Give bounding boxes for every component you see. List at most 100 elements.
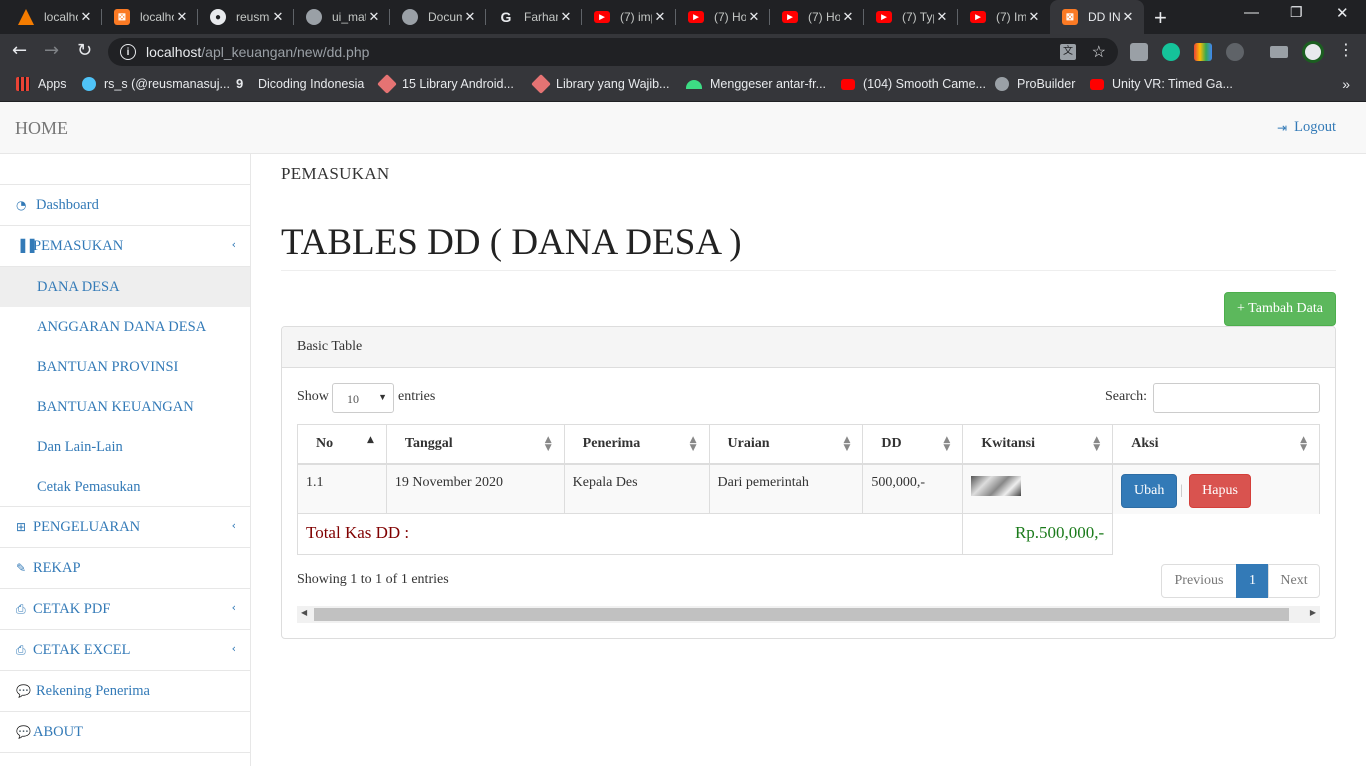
extension-icon[interactable] (1130, 43, 1148, 61)
scrollbar-thumb[interactable] (314, 608, 1289, 621)
bookmark-item[interactable]: Menggeser antar-fr... (686, 77, 826, 91)
delete-button[interactable]: Hapus (1189, 473, 1252, 508)
search-input[interactable] (1153, 383, 1320, 413)
sidebar-sub-dan-lain-lain[interactable]: Dan Lain-Lain (0, 427, 250, 467)
sidebar-item-rekap[interactable]: ✎ REKAP (0, 548, 250, 589)
bookmark-item[interactable]: Unity VR: Timed Ga... (1090, 77, 1233, 91)
column-header-dd[interactable]: DD ▲ ▼ (862, 424, 964, 465)
comments-icon: 💬 (16, 684, 31, 698)
restore-icon[interactable]: ❐ (1290, 4, 1303, 21)
edit-button[interactable]: Ubah (1121, 473, 1178, 508)
avatar[interactable] (1302, 41, 1324, 63)
browser-tab[interactable]: ⊠ localhost ✕ (102, 0, 198, 34)
forward-icon[interactable]: → (44, 40, 59, 61)
url-host: localhost (146, 44, 202, 60)
horizontal-scrollbar[interactable]: ◀ ▶ (297, 606, 1320, 623)
column-header-kwitansi[interactable]: Kwitansi ▲ ▼ (962, 424, 1114, 465)
extension-icon[interactable] (1194, 43, 1212, 61)
sidebar-item-pemasukan[interactable]: ▐▐ PEMASUKAN ‹ (0, 226, 250, 267)
entries-select[interactable]: 10 ▼ (332, 383, 394, 413)
browser-tab[interactable]: ▶ (7) Type ✕ (864, 0, 958, 34)
back-icon[interactable]: ← (12, 40, 27, 61)
column-header-uraian[interactable]: Uraian ▲ ▼ (708, 424, 864, 465)
extension-icon[interactable] (1226, 43, 1244, 61)
page-1-button[interactable]: 1 (1236, 564, 1269, 598)
new-tab-icon[interactable]: + (1154, 5, 1167, 31)
close-icon[interactable]: ✕ (174, 9, 190, 25)
reload-icon[interactable]: ↻ (77, 40, 92, 61)
sidebar-sub-dana-desa[interactable]: DANA DESA (0, 267, 250, 307)
info-icon[interactable]: i (120, 44, 136, 60)
browser-tab[interactable]: ▶ (7) Imp ✕ (958, 0, 1050, 34)
page-title: TABLES DD ( DANA DESA ) (281, 222, 742, 263)
column-header-tanggal[interactable]: Tanggal ▲ ▼ (385, 424, 565, 465)
browser-tab-active[interactable]: ⊠ DD INFO ✕ (1050, 0, 1144, 34)
bookmark-item[interactable]: 15 Library Android... (377, 74, 514, 94)
browser-tab[interactable]: G Farhan ✕ (486, 0, 582, 34)
sidebar-item-about[interactable]: 💬 ABOUT (0, 712, 250, 753)
sidebar-sub-bantuan-provinsi[interactable]: BANTUAN PROVINSI (0, 347, 250, 387)
bookmark-star-icon[interactable]: ☆ (1092, 42, 1106, 62)
sidebar-sub-cetak-pemasukan[interactable]: Cetak Pemasukan (0, 467, 250, 507)
translate-icon[interactable]: 文 (1060, 44, 1076, 60)
bookmark-item[interactable]: rs_s (@reusmanasuj... (82, 77, 230, 91)
column-header-penerima[interactable]: Penerima ▲ ▼ (563, 424, 710, 465)
sidebar-item-rekening-penerima[interactable]: 💬 Rekening Penerima (0, 671, 250, 712)
close-icon[interactable]: ✕ (462, 9, 478, 25)
menu-icon[interactable]: ⋮ (1338, 40, 1354, 59)
sidebar-item-dashboard[interactable]: ◔ Dashboard (0, 185, 250, 226)
grammarly-icon[interactable] (1162, 43, 1180, 61)
close-icon[interactable]: ✕ (840, 9, 856, 25)
bookmark-item[interactable]: Library yang Wajib... (531, 74, 669, 94)
google-icon: G (500, 9, 512, 25)
print-icon: ⎙ (16, 642, 26, 657)
bookmark-item[interactable]: ProBuilder (995, 77, 1075, 91)
close-icon[interactable]: ✕ (270, 9, 286, 25)
table-header-row: No ▲ Tanggal ▲ ▼ Penerima ▲ ▼ Uraian ▲ ▼ DD ▲ ▼ K… (297, 424, 1320, 465)
browser-tab[interactable]: ▶ (7) How ✕ (770, 0, 864, 34)
scroll-left-icon[interactable]: ◀ (301, 608, 307, 617)
column-header-aksi[interactable]: Aksi ▲ ▼ (1112, 424, 1320, 465)
sidebar-item-cetak-pdf[interactable]: ⎙ CETAK PDF ‹ (0, 589, 250, 630)
sidebar-item-cetak-excel[interactable]: ⎙ CETAK EXCEL ‹ (0, 630, 250, 671)
close-icon[interactable]: ✕ (746, 9, 762, 25)
close-icon[interactable]: ✕ (1120, 9, 1136, 25)
dashboard-icon: ◔ (16, 198, 27, 212)
browser-tab[interactable]: ▶ (7) imple ✕ (582, 0, 676, 34)
total-row: Total Kas DD : Rp.500,000,- (296, 513, 1320, 555)
sidebar-sub-anggaran-dana-desa[interactable]: ANGGARAN DANA DESA (0, 307, 250, 347)
media-control-icon[interactable] (1270, 46, 1288, 58)
sidebar-sub-bantuan-keuangan[interactable]: BANTUAN KEUANGAN (0, 387, 250, 427)
column-header-no[interactable]: No ▲ (297, 424, 387, 465)
bookmark-item[interactable]: Apps (16, 77, 67, 91)
youtube-icon: ▶ (594, 11, 610, 23)
logout-link[interactable]: ⇥ Logout (1277, 119, 1336, 136)
globe-icon (402, 9, 418, 25)
sidebar-item-pengeluaran[interactable]: ⊞ PENGELUARAN ‹ (0, 507, 250, 548)
close-icon[interactable]: ✕ (366, 9, 382, 25)
close-icon[interactable]: ✕ (652, 9, 668, 25)
add-data-button[interactable]: + Tambah Data (1224, 292, 1336, 326)
more-bookmarks-icon[interactable]: » (1342, 76, 1350, 92)
close-window-icon[interactable]: ✕ (1336, 4, 1349, 22)
browser-tab[interactable]: Document ✕ (390, 0, 486, 34)
brand-home-link[interactable]: HOME (15, 118, 68, 139)
close-icon[interactable]: ✕ (934, 9, 950, 25)
bookmark-item[interactable]: 9 Dicoding Indonesia (236, 77, 364, 92)
previous-page-button[interactable]: Previous (1161, 564, 1237, 598)
close-icon[interactable]: ✕ (558, 9, 574, 25)
scroll-right-icon[interactable]: ▶ (1310, 608, 1316, 617)
browser-tab[interactable]: ui_material ✕ (294, 0, 390, 34)
youtube-icon: ▶ (782, 11, 798, 23)
next-page-button[interactable]: Next (1268, 564, 1320, 598)
browser-tab[interactable]: localhost ✕ (6, 0, 102, 34)
url-bar[interactable]: i localhost/apl_keuangan/new/dd.php 文 ☆ (108, 38, 1118, 66)
browser-tab[interactable]: ▶ (7) How ✕ (676, 0, 770, 34)
receipt-thumbnail[interactable] (971, 475, 1022, 496)
close-icon[interactable]: ✕ (1026, 9, 1042, 25)
bookmark-item[interactable]: (104) Smooth Came... (841, 77, 986, 91)
browser-tab[interactable]: ● reusmanasuja ✕ (198, 0, 294, 34)
total-label: Total Kas DD : (296, 513, 964, 555)
close-icon[interactable]: ✕ (78, 9, 94, 25)
minimize-icon[interactable]: — (1244, 4, 1259, 21)
